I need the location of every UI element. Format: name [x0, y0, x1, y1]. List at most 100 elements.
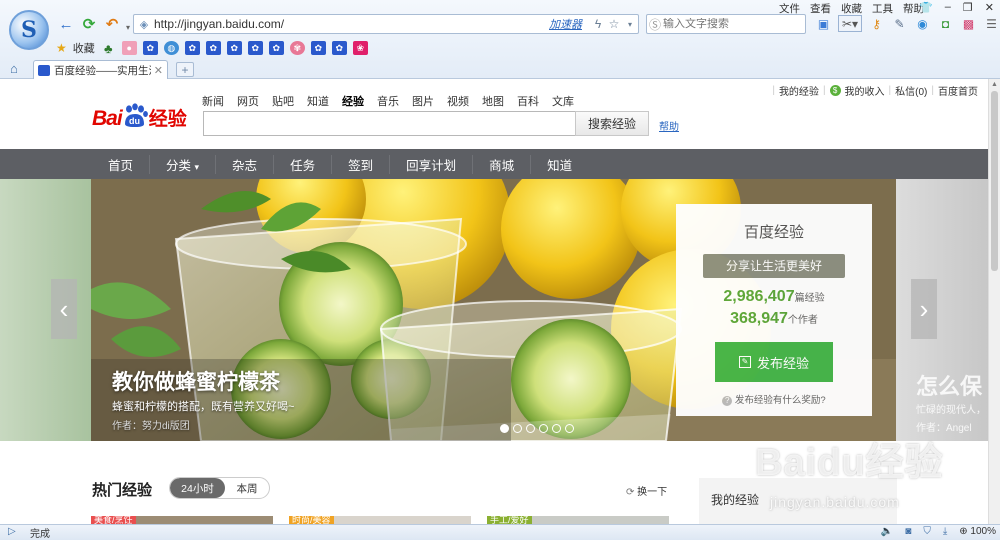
scroll-up-icon[interactable]: ▲ — [991, 81, 998, 88]
publish-experience-button[interactable]: ✎ 发布经验 — [715, 342, 833, 382]
slide-title[interactable]: 教你做蜂蜜柠檬茶 — [112, 366, 280, 396]
baidu-paw-icon[interactable]: ✿ — [226, 41, 242, 55]
accelerator-link[interactable]: 加速器 — [549, 16, 582, 32]
page-scrollbar[interactable]: ▲ — [988, 79, 1000, 524]
browser-search-input[interactable] — [663, 18, 805, 30]
baidu-paw-icon[interactable]: ✿ — [142, 41, 158, 55]
nav-store[interactable]: 商城 — [472, 154, 530, 174]
carousel-dot[interactable] — [565, 424, 574, 433]
camera-icon[interactable]: ◙ — [905, 526, 911, 537]
baidu-paw-icon[interactable]: ✿ — [205, 41, 221, 55]
baidu-paw-icon[interactable]: ✿ — [331, 41, 347, 55]
nav-magazine[interactable]: 杂志 — [215, 154, 273, 174]
new-tab-button[interactable]: + — [176, 62, 194, 77]
help-link[interactable]: 帮助 — [659, 118, 679, 133]
red-app-icon[interactable]: ❀ — [352, 41, 368, 55]
baidu-paw-icon[interactable]: ✿ — [184, 41, 200, 55]
nav-zhidao[interactable]: 知道 — [530, 154, 588, 174]
menu-grid-icon[interactable]: ☰ — [983, 15, 1000, 32]
channel-zhidao[interactable]: 知道 — [307, 93, 329, 109]
baidu-home-link[interactable]: 百度首页 — [938, 83, 978, 98]
status-icons: 🔈 ◙ ⛉ ⤓ ⊕ 100% — [881, 526, 996, 537]
restore-button[interactable]: ❐ — [963, 1, 973, 14]
channel-baike[interactable]: 百科 — [517, 93, 539, 109]
flower-icon[interactable]: ✾ — [289, 41, 305, 55]
star-icon[interactable]: ☆ — [606, 17, 622, 31]
url-text[interactable]: http://jingyan.baidu.com/ — [154, 17, 549, 31]
baidu-paw-icon[interactable]: ✿ — [310, 41, 326, 55]
menu-view[interactable]: 查看 — [810, 1, 831, 16]
scrollbar-thumb[interactable] — [991, 91, 998, 271]
home-icon[interactable]: ⌂ — [10, 61, 18, 76]
lightning-icon[interactable]: ϟ — [590, 17, 606, 31]
channel-map[interactable]: 地图 — [482, 93, 504, 109]
search-engine-icon[interactable]: Ⓢ — [647, 16, 663, 33]
search-input[interactable] — [203, 111, 576, 136]
tab-baidu-jingyan[interactable]: 百度经验——实用生活指 ✕ — [33, 60, 168, 79]
sidebar-toggle-icon[interactable]: ▷ — [8, 526, 16, 537]
channel-wenku[interactable]: 文库 — [552, 93, 574, 109]
back-arrow-icon[interactable]: ← — [57, 15, 75, 33]
tree-icon[interactable]: ♣ — [101, 41, 116, 56]
baidu-paw-icon[interactable]: ✿ — [247, 41, 263, 55]
nav-category[interactable]: 分类 ▾ — [149, 154, 215, 174]
refresh-icon[interactable]: ⟳ — [80, 15, 98, 33]
browser-logo-icon[interactable]: S — [9, 10, 49, 50]
my-income-link[interactable]: 我的收入 — [845, 83, 885, 98]
close-tab-icon[interactable]: ✕ — [154, 64, 163, 77]
toggle-week[interactable]: 本周 — [225, 478, 269, 498]
scissors-icon[interactable]: ✂▾ — [838, 15, 862, 32]
carousel-dot[interactable] — [526, 424, 535, 433]
channel-tieba[interactable]: 贴吧 — [272, 93, 294, 109]
app-icon[interactable]: ▩ — [960, 15, 977, 32]
my-experience-link[interactable]: 我的经验 — [779, 83, 819, 98]
carousel-dot[interactable] — [513, 424, 522, 433]
channel-video[interactable]: 视频 — [447, 93, 469, 109]
menu-favorites[interactable]: 收藏 — [841, 1, 862, 16]
carousel-dot[interactable] — [500, 424, 509, 433]
download-status-icon[interactable]: ⤓ — [943, 526, 947, 537]
chevron-down-icon[interactable]: ▾ — [622, 20, 638, 29]
key-icon[interactable]: ⚷ — [868, 15, 885, 32]
channel-jingyan[interactable]: 经验 — [342, 93, 364, 109]
close-button[interactable]: ✕ — [985, 1, 994, 14]
volume-icon[interactable]: 🔈 — [881, 526, 893, 537]
lock-icon[interactable]: ◘ — [937, 15, 954, 32]
skin-icon[interactable]: 👕 — [919, 1, 933, 14]
carousel-dot[interactable] — [539, 424, 548, 433]
menu-file[interactable]: 文件 — [779, 1, 800, 16]
minimize-button[interactable]: – — [945, 1, 951, 14]
nav-home[interactable]: 首页 — [92, 155, 149, 174]
favorites-star-icon[interactable]: ★ — [56, 41, 67, 55]
globe-icon[interactable]: ◍ — [163, 41, 179, 55]
wrench-icon[interactable]: ✎ — [891, 15, 908, 32]
search-button[interactable]: 搜索经验 — [575, 111, 649, 136]
baidu-jingyan-logo[interactable]: Bai du 经验 — [92, 101, 187, 131]
translate-icon[interactable]: ◉ — [914, 15, 931, 32]
channel-music[interactable]: 音乐 — [377, 93, 399, 109]
main-nav-bar: 首页 分类 ▾ 杂志 任务 签到 回享计划 商城 知道 — [0, 149, 988, 179]
messages-link[interactable]: 私信(0) — [895, 83, 927, 98]
channel-news[interactable]: 新闻 — [202, 93, 224, 109]
baidu-paw-icon[interactable]: ✿ — [268, 41, 284, 55]
channel-web[interactable]: 网页 — [237, 93, 259, 109]
nav-checkin[interactable]: 签到 — [331, 154, 389, 174]
refresh-link[interactable]: ⟳ 换一下 — [626, 483, 667, 498]
nav-tasks[interactable]: 任务 — [273, 154, 331, 174]
carousel-dot[interactable] — [552, 424, 561, 433]
browser-search-box[interactable]: Ⓢ — [646, 14, 806, 34]
toggle-24h[interactable]: 24小时 — [170, 478, 225, 498]
carousel-prev-button[interactable]: ‹ — [51, 279, 77, 339]
security-icon[interactable]: ⛉ — [923, 526, 931, 537]
address-bar[interactable]: ◈ http://jingyan.baidu.com/ 加速器 ϟ ☆ ▾ — [133, 14, 639, 34]
channel-images[interactable]: 图片 — [412, 93, 434, 109]
nav-share-plan[interactable]: 回享计划 — [389, 154, 472, 174]
favorites-label[interactable]: 收藏 — [73, 40, 95, 56]
menu-tools[interactable]: 工具 — [872, 1, 893, 16]
carousel-next-button[interactable]: › — [911, 279, 937, 339]
zoom-level[interactable]: ⊕ 100% — [959, 526, 996, 537]
reward-link[interactable]: ? 发布经验有什么奖励? — [676, 392, 872, 406]
sidebar-icon[interactable]: ▣ — [815, 15, 832, 32]
status-bar: ▷ 完成 🔈 ◙ ⛉ ⤓ ⊕ 100% — [0, 524, 1000, 540]
pig-icon[interactable]: ● — [121, 41, 137, 55]
